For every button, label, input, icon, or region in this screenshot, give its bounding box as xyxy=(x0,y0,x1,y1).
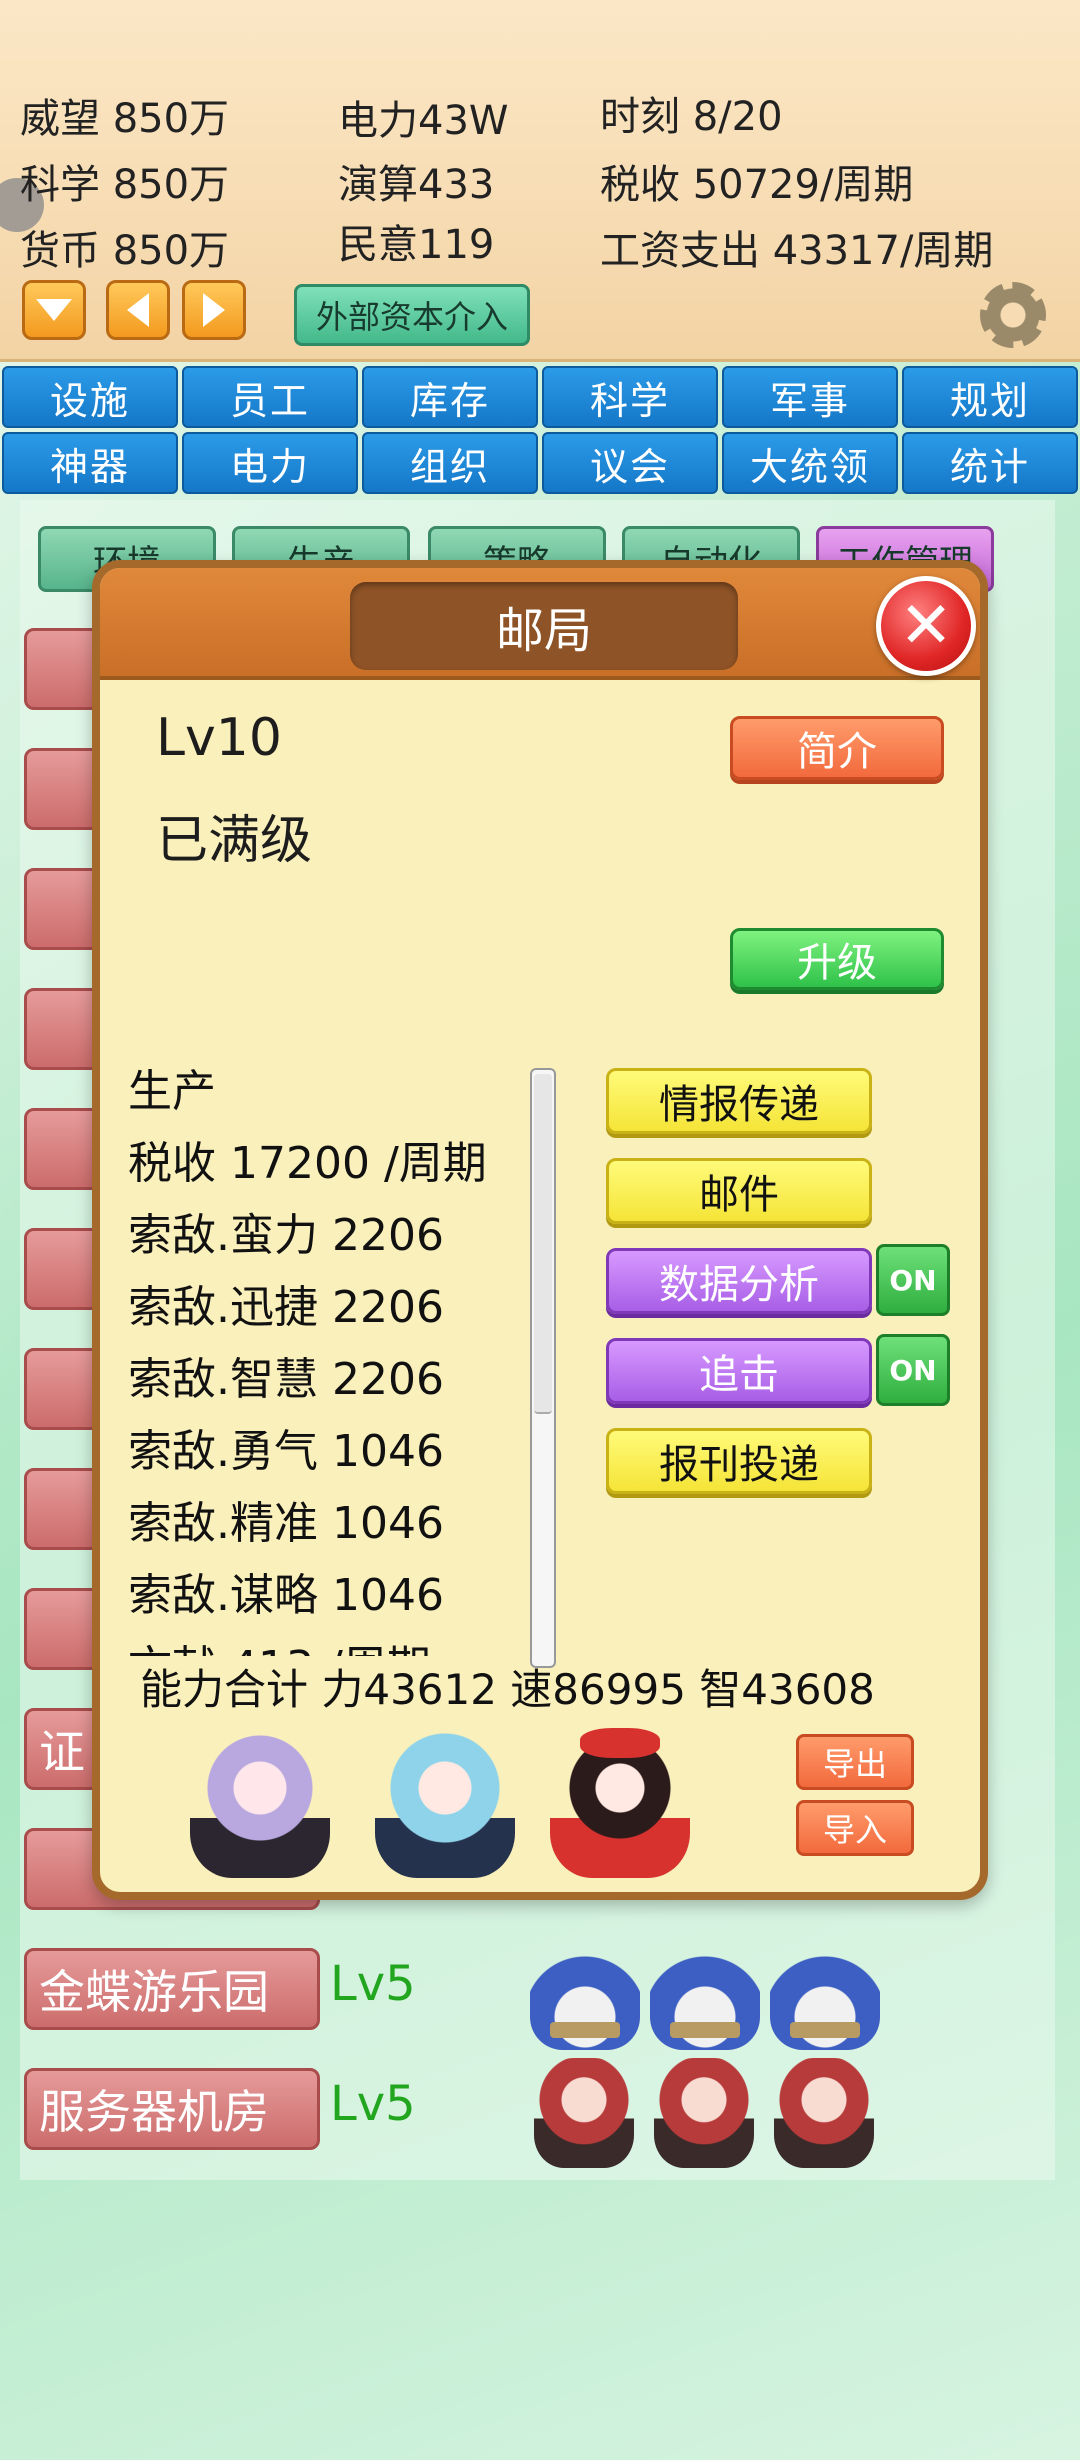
data-analysis-toggle[interactable]: ON xyxy=(876,1244,950,1316)
public-opinion-value: 民意119 xyxy=(338,222,495,268)
tab-organization[interactable]: 组织 xyxy=(362,432,538,494)
left-arrow-icon xyxy=(127,293,149,327)
tab-facilities[interactable]: 设施 xyxy=(2,366,178,428)
facility-level: Lv5 xyxy=(330,1956,416,2012)
facility-row-server-room[interactable]: 服务器机房 xyxy=(24,2068,320,2150)
tab-statistics[interactable]: 统计 xyxy=(902,432,1078,494)
stat-line: 索敌.蛮力 2206 xyxy=(128,1210,444,1261)
demon-girl-sprite xyxy=(534,2058,634,2168)
tab-planning[interactable]: 规划 xyxy=(902,366,1078,428)
staff-portrait[interactable] xyxy=(190,1728,330,1878)
tab-inventory[interactable]: 库存 xyxy=(362,366,538,428)
stat-line: 索敌.迅捷 2206 xyxy=(128,1282,444,1333)
facility-row-label: 证 xyxy=(39,1725,85,1779)
collapse-button[interactable] xyxy=(22,280,86,340)
tab-science[interactable]: 科学 xyxy=(542,366,718,428)
facility-row-label: 服务器机房 xyxy=(39,2085,269,2139)
penguin-sprite xyxy=(650,1940,760,2050)
facility-level-label: Lv10 xyxy=(156,708,282,768)
compute-value: 演算433 xyxy=(338,162,495,208)
currency-value: 货币 850万 xyxy=(20,228,230,274)
pursuit-button[interactable]: 追击 xyxy=(606,1338,872,1404)
penguin-sprite xyxy=(770,1940,880,2050)
stat-line: 文献 413 /周期 xyxy=(128,1632,548,1656)
facility-level: Lv5 xyxy=(330,2076,416,2132)
stat-line: 索敌.精准 1046 xyxy=(128,1498,444,1549)
stats-list[interactable]: 生产 税收 17200 /周期 索敌.蛮力 2206 索敌.迅捷 2206 索敌… xyxy=(128,1056,548,1656)
demon-girl-sprite xyxy=(774,2058,874,2168)
penguin-sprite xyxy=(530,1940,640,2050)
facility-row-label: 金蝶游乐园 xyxy=(39,1965,269,2019)
import-button[interactable]: 导入 xyxy=(796,1800,914,1856)
science-value: 科学 850万 xyxy=(20,162,230,208)
salary-value: 工资支出 43317/周期 xyxy=(600,228,994,274)
export-button[interactable]: 导出 xyxy=(796,1734,914,1790)
dialog-title: 邮局 xyxy=(350,582,738,670)
staff-portrait[interactable] xyxy=(375,1728,515,1878)
facility-row-amusement-park[interactable]: 金蝶游乐园 xyxy=(24,1948,320,2030)
resource-panel: 威望 850万 科学 850万 货币 850万 电力43W 演算433 民意11… xyxy=(0,0,1080,362)
time-value: 时刻 8/20 xyxy=(600,94,783,140)
ability-total: 能力合计 力43612 速86995 智43608 xyxy=(140,1665,875,1714)
stat-line: 索敌.勇气 1046 xyxy=(128,1426,444,1477)
data-analysis-button[interactable]: 数据分析 xyxy=(606,1248,872,1314)
scrollbar-thumb[interactable] xyxy=(534,1074,552,1414)
power-value: 电力43W xyxy=(338,98,509,144)
newspaper-delivery-button[interactable]: 报刊投递 xyxy=(606,1428,872,1494)
stat-line: 生产 xyxy=(128,1066,216,1117)
tax-value: 税收 50729/周期 xyxy=(600,162,914,208)
facility-detail-dialog: 邮局 ✕ Lv10 已满级 简介 升级 生产 税收 17200 /周期 索敌.蛮… xyxy=(92,560,988,1900)
tab-artifact[interactable]: 神器 xyxy=(2,432,178,494)
stat-line: 索敌.谋略 1046 xyxy=(128,1570,444,1621)
stat-line: 税收 17200 /周期 xyxy=(128,1138,487,1189)
tab-power[interactable]: 电力 xyxy=(182,432,358,494)
gear-icon[interactable] xyxy=(976,278,1050,352)
external-capital-button[interactable]: 外部资本介入 xyxy=(294,284,530,346)
tab-president[interactable]: 大统领 xyxy=(722,432,898,494)
tab-parliament[interactable]: 议会 xyxy=(542,432,718,494)
staff-portrait[interactable] xyxy=(550,1728,690,1878)
stat-line: 索敌.智慧 2206 xyxy=(128,1354,444,1405)
prestige-value: 威望 850万 xyxy=(20,96,230,142)
mail-button[interactable]: 邮件 xyxy=(606,1158,872,1224)
pursuit-toggle[interactable]: ON xyxy=(876,1334,950,1406)
max-level-label: 已满级 xyxy=(156,811,313,871)
tab-staff[interactable]: 员工 xyxy=(182,366,358,428)
intel-relay-button[interactable]: 情报传递 xyxy=(606,1068,872,1134)
stats-scrollbar[interactable] xyxy=(530,1068,556,1668)
prev-button[interactable] xyxy=(106,280,170,340)
close-icon[interactable]: ✕ xyxy=(876,576,976,676)
right-arrow-icon xyxy=(203,293,225,327)
demon-girl-sprite xyxy=(654,2058,754,2168)
next-button[interactable] xyxy=(182,280,246,340)
down-arrow-icon xyxy=(36,299,72,321)
dialog-header: 邮局 ✕ xyxy=(100,568,980,680)
upgrade-button[interactable]: 升级 xyxy=(730,928,944,990)
tab-military[interactable]: 军事 xyxy=(722,366,898,428)
intro-button[interactable]: 简介 xyxy=(730,716,944,780)
